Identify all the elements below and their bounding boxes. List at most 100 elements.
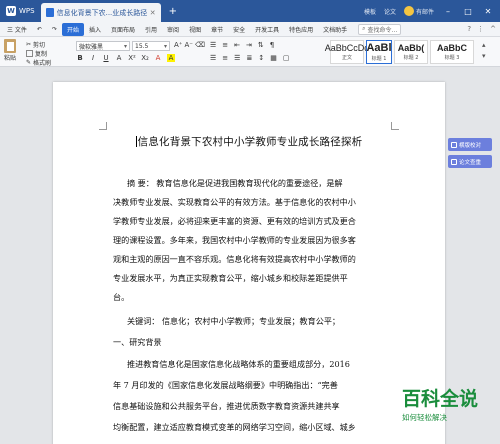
plagiarism-icon — [451, 158, 457, 165]
numbered-list-icon[interactable]: ≡ — [222, 41, 228, 49]
shading-icon[interactable]: ▦ — [270, 54, 277, 62]
template-button[interactable]: 模板 — [364, 7, 376, 16]
menu-references[interactable]: 引用 — [140, 25, 162, 34]
text-line: 专业发展水平，为真正实现教育公平，缩小城乡和校际差距提供平 — [113, 273, 348, 283]
justify-icon[interactable]: ≣ — [246, 54, 252, 62]
grow-font-icon[interactable]: A⁺ — [174, 41, 182, 49]
underline-button[interactable]: U — [102, 54, 110, 62]
menu-section[interactable]: 章节 — [206, 25, 228, 34]
new-tab-button[interactable]: + — [169, 6, 177, 17]
title-bar: W WPS 信息化背景下农...业成长路径探析 ✕ + 模板 论文 有邮件 – … — [0, 0, 500, 22]
format-painter-button[interactable]: ✎ 格式刷 — [26, 58, 51, 67]
keywords-line: 关键词： 信息化；农村中小学教师；专业发展；教育公平； — [127, 316, 341, 326]
font-color-button[interactable]: A — [154, 54, 162, 62]
align-center-icon[interactable]: ≡ — [222, 54, 228, 62]
paper-button[interactable]: 论文 — [384, 7, 396, 16]
minimize-icon[interactable]: – — [442, 7, 454, 16]
menu-insert[interactable]: 插入 — [84, 25, 106, 34]
border-icon[interactable]: ▢ — [283, 54, 290, 62]
format-painter-label: 格式刷 — [33, 60, 52, 67]
style-heading-3-sample: AaBbC — [436, 43, 467, 53]
proofread-icon — [451, 141, 457, 148]
style-normal-sample: AaBbCcDd — [324, 43, 370, 53]
style-normal[interactable]: AaBbCcDd 正文 — [325, 40, 369, 64]
decrease-indent-icon[interactable]: ⇤ — [234, 41, 240, 49]
superscript-button[interactable]: X² — [128, 54, 136, 62]
strikethrough-button[interactable]: A — [115, 54, 123, 62]
copy-label: 复制 — [35, 51, 48, 58]
align-right-icon[interactable]: ☰ — [234, 54, 240, 62]
font-family-select[interactable]: 微软雅黑 ▾ — [76, 41, 130, 51]
document-tab-label: 信息化背景下农...业成长路径探析 — [56, 8, 147, 17]
font-family-value: 微软雅黑 — [79, 43, 104, 51]
text-cursor — [135, 136, 137, 147]
wps-label: WPS — [19, 7, 35, 15]
copy-button[interactable]: 复制 — [26, 49, 47, 58]
paste-button[interactable]: 粘贴 — [4, 39, 16, 62]
redo-icon[interactable]: ↷ — [47, 26, 62, 33]
style-down-icon[interactable]: ▾ — [482, 52, 486, 60]
style-normal-caption: 正文 — [341, 55, 352, 61]
menu-page-layout[interactable]: 页面布局 — [106, 25, 140, 34]
text-line: 决教师专业发展、实现教育公平的有效方法。基于信息化的农村中小 — [113, 197, 356, 207]
menu-review[interactable]: 审阅 — [162, 25, 184, 34]
show-marks-icon[interactable]: ¶ — [270, 41, 274, 49]
style-up-icon[interactable]: ▴ — [482, 41, 486, 49]
command-search[interactable]: ⌕ 查找命令... — [358, 23, 402, 35]
document-tab[interactable]: 信息化背景下农...业成长路径探析 ✕ — [40, 3, 161, 22]
undo-icon[interactable]: ↶ — [32, 26, 47, 33]
brush-icon: ✎ — [26, 59, 32, 66]
text-line: 学教师专业发展，必将迎来更丰富的资源、更有效的培训方式及更合 — [113, 216, 356, 226]
menu-home[interactable]: 开始 — [61, 22, 84, 36]
menu-doc-assistant[interactable]: 文档助手 — [318, 25, 352, 34]
align-left-icon[interactable]: ☰ — [210, 54, 216, 62]
bullet-list-icon[interactable]: ☰ — [210, 41, 216, 49]
chevron-down-icon: ▾ — [163, 42, 167, 50]
italic-button[interactable]: I — [89, 54, 97, 62]
proofread-label: 横版校对 — [459, 142, 482, 149]
style-heading-1-caption: 标题 1 — [371, 56, 387, 62]
sort-icon[interactable]: ⇅ — [258, 41, 264, 49]
cut-button[interactable]: ✂ 剪切 — [26, 40, 45, 49]
document-page[interactable]: 信息化背景下农村中小学教师专业成长路径探析 摘 要： 教育信息化是促进我国教育现… — [53, 82, 445, 444]
cut-label: 剪切 — [33, 42, 46, 49]
command-search-placeholder: 查找命令... — [367, 26, 398, 34]
clear-format-icon[interactable]: ⌫ — [195, 41, 205, 49]
menu-file[interactable]: 三 文件 — [2, 25, 32, 34]
bold-button[interactable]: B — [76, 54, 84, 62]
ribbon: 粘贴 ✂ 剪切 复制 ✎ 格式刷 微软雅黑 ▾ 15.5 ▾ A⁺ A⁻ ⌫ B… — [0, 37, 500, 67]
close-window-icon[interactable]: ✕ — [482, 7, 494, 16]
maximize-icon[interactable]: □ — [462, 7, 474, 16]
subscript-button[interactable]: X₂ — [141, 54, 149, 62]
search-icon: ⌕ — [362, 25, 366, 32]
menu-developer[interactable]: 开发工具 — [250, 25, 284, 34]
close-tab-icon[interactable]: ✕ — [150, 9, 156, 17]
highlight-button[interactable]: A — [167, 54, 175, 62]
text-line: 均衡配置，建立适应教育模式变革的网络学习空间，缩小区域、城乡 — [113, 422, 356, 432]
proofread-button[interactable]: 横版校对 — [448, 138, 492, 151]
menu-security[interactable]: 安全 — [228, 25, 250, 34]
text-line: 理的课程设置。多年来，我国农村中小学教师的专业发展因为很多客 — [113, 235, 356, 245]
page-corner-mark — [99, 122, 107, 130]
increase-indent-icon[interactable]: ⇥ — [246, 41, 252, 49]
style-heading-3[interactable]: AaBbC 标题 3 — [430, 40, 474, 64]
title-right-area: 模板 论文 有邮件 – □ ✕ — [364, 6, 500, 16]
help-icon[interactable]: ? — [467, 25, 471, 33]
font-size-select[interactable]: 15.5 ▾ — [132, 41, 170, 51]
shrink-font-icon[interactable]: A⁻ — [184, 41, 192, 49]
wps-home-tab[interactable]: W WPS — [0, 0, 41, 22]
more-icon[interactable]: ⋮ — [477, 25, 484, 33]
text-line: 信息基础设施和公共服务平台，推进优质数字教育资源共建共享 — [113, 401, 340, 411]
user-button[interactable]: 有邮件 — [403, 6, 434, 16]
menu-view[interactable]: 视图 — [184, 25, 206, 34]
line-spacing-icon[interactable]: ↕ — [258, 54, 264, 62]
style-heading-1-sample: AaBl — [366, 42, 392, 54]
style-heading-2[interactable]: AaBb( 标题 2 — [394, 40, 428, 64]
plagiarism-check-button[interactable]: 论文查重 — [448, 155, 492, 168]
document-title[interactable]: 信息化背景下农村中小学教师专业成长路径探析 — [53, 134, 445, 149]
avatar — [403, 6, 414, 16]
style-heading-1[interactable]: AaBl 标题 1 — [366, 40, 392, 64]
menu-features[interactable]: 特色应用 — [284, 25, 318, 34]
collapse-icon[interactable]: ^ — [490, 25, 496, 33]
style-heading-2-sample: AaBb( — [397, 43, 425, 53]
